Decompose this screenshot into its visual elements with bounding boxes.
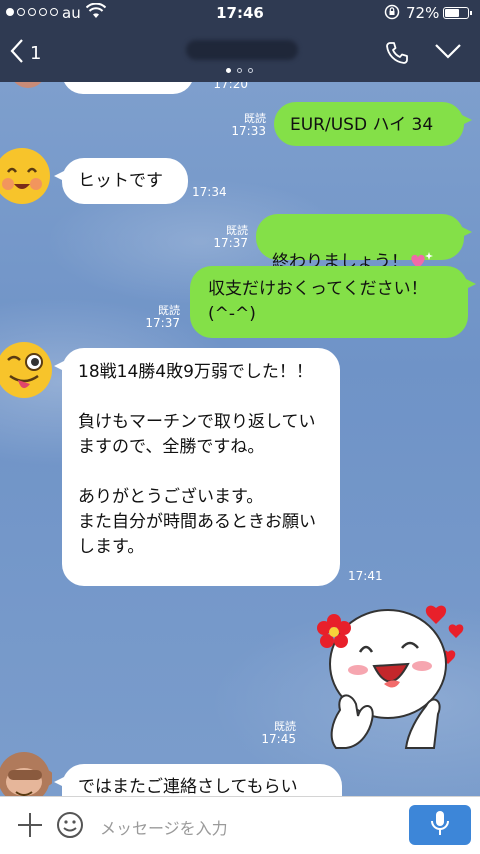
monkey-avatar-icon xyxy=(0,748,54,796)
message-bubble-outgoing[interactable]: 終わりましょう！ xyxy=(256,214,472,272)
rotation-lock-icon xyxy=(384,4,400,24)
message-time: 17:37 xyxy=(145,316,180,330)
message-time: 17:41 xyxy=(348,569,383,583)
page-dot xyxy=(248,68,253,73)
unread-count: 1 xyxy=(30,42,42,64)
message-bubble-incoming[interactable] xyxy=(62,82,194,94)
battery-icon xyxy=(443,7,472,19)
message-meta: 既読 17:37 xyxy=(138,304,180,330)
message-meta: 既読 17:37 xyxy=(208,224,248,250)
message-time: 17:33 xyxy=(231,124,266,138)
message-time: 17:20 xyxy=(213,82,248,91)
plus-icon[interactable] xyxy=(16,811,44,843)
message-input[interactable]: メッセージを入力 xyxy=(100,815,228,839)
message-bubble-incoming[interactable]: ではまたご連絡さしてもらい xyxy=(54,764,342,796)
message-time: 17:34 xyxy=(192,185,227,199)
back-button[interactable]: 1 xyxy=(10,38,41,68)
voice-button[interactable] xyxy=(409,805,471,845)
message-bubble-incoming[interactable]: 18戦14勝4敗9万弱でした！！ 負けもマーチンで取り返していますので、全勝です… xyxy=(54,348,340,586)
microphone-icon xyxy=(430,810,450,840)
message-bubble-outgoing[interactable]: EUR/USD ハイ 34 xyxy=(274,102,472,146)
page-indicator xyxy=(226,68,253,73)
emoji-icon[interactable] xyxy=(56,811,84,843)
message-time: 17:45 xyxy=(261,732,296,746)
page-dot xyxy=(237,68,242,73)
chevron-left-icon xyxy=(10,38,24,68)
happy-face-sticker[interactable] xyxy=(306,598,476,752)
chat-title-redacted xyxy=(186,40,298,60)
status-bar: au 17:46 72% xyxy=(0,0,480,28)
message-input-bar: メッセージを入力 xyxy=(0,796,480,854)
phone-icon[interactable] xyxy=(384,40,410,70)
battery-percent: 72% xyxy=(406,4,440,22)
avatar xyxy=(8,82,48,94)
message-time: 17:37 xyxy=(213,236,248,250)
message-meta: 既読 17:45 xyxy=(256,720,296,746)
grinning-face-icon xyxy=(0,146,50,210)
page-dot xyxy=(226,68,231,73)
message-meta: 既読 17:33 xyxy=(222,112,266,138)
message-bubble-incoming[interactable]: ヒットです xyxy=(54,158,188,204)
battery-fill xyxy=(445,9,460,17)
chevron-down-icon[interactable] xyxy=(434,42,462,64)
winking-tongue-face-icon xyxy=(0,340,52,404)
message-bubble-outgoing[interactable]: 収支だけおくってください！ (^-^) xyxy=(190,266,476,338)
chat-area[interactable]: 17:20 既読 17:33 EUR/USD ハイ 34 ヒットです 17:34… xyxy=(0,82,480,796)
chat-header: 1 xyxy=(0,28,480,82)
